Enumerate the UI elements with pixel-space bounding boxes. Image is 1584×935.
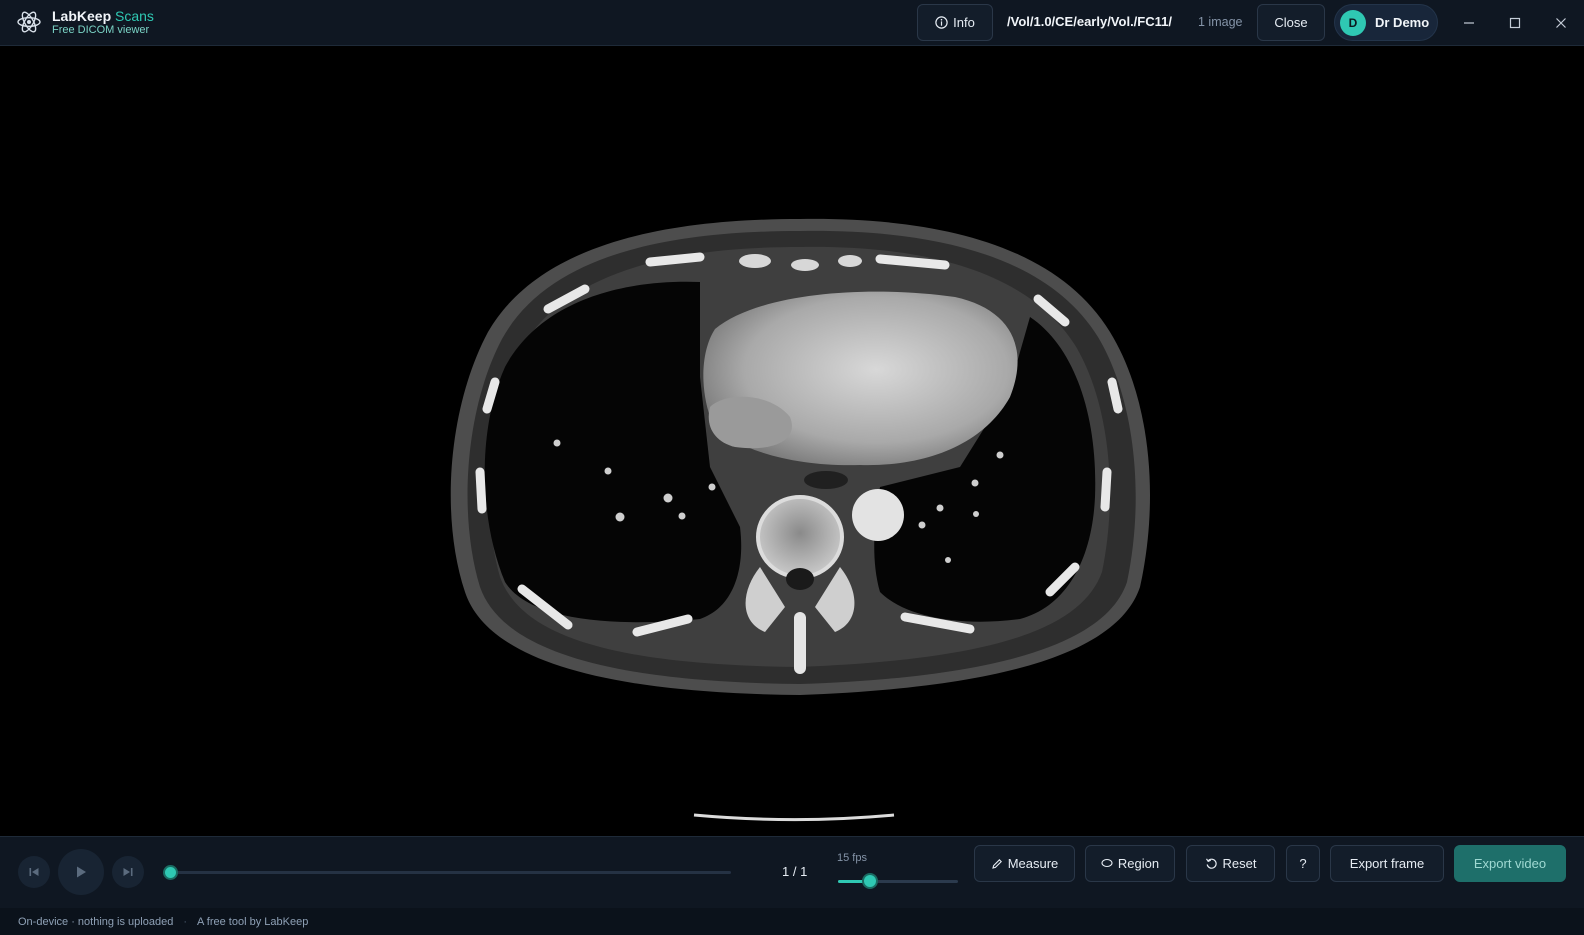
atom-logo-icon: [17, 11, 41, 33]
status-footer: On-device · nothing is uploaded · A free…: [0, 908, 1584, 935]
reset-icon: [1205, 858, 1217, 869]
skip-back-icon: [29, 868, 39, 876]
study-path: /Vol/1.0/CE/early/Vol./FC11/: [1007, 14, 1172, 29]
first-frame-button[interactable]: [18, 856, 50, 888]
dicom-viewport[interactable]: [0, 47, 1584, 836]
privacy-note: On-device · nothing is uploaded: [18, 915, 174, 928]
brand-name: LabKeep: [52, 8, 112, 24]
window-close-button[interactable]: [1549, 11, 1573, 35]
fps-label: 15 fps: [837, 852, 867, 864]
ct-scan-image[interactable]: [0, 47, 1584, 836]
credit-note: A free tool by LabKeep: [197, 915, 309, 928]
brand-accent: Scans: [115, 8, 154, 24]
app-header: LabKeep Scans Free DICOM viewer Info /Vo…: [0, 0, 1584, 46]
maximize-icon: [1509, 17, 1521, 29]
user-name: Dr Demo: [1375, 15, 1430, 30]
minimize-icon: [1464, 22, 1474, 24]
export-video-button[interactable]: Export video: [1454, 845, 1566, 882]
region-icon: [1101, 858, 1113, 867]
minimize-button[interactable]: [1457, 11, 1481, 35]
avatar: D: [1340, 9, 1366, 36]
playback-toolbar: 1 / 1 15 fps Measure Region Reset ? Expo…: [0, 836, 1584, 908]
close-icon: [1556, 18, 1566, 28]
measure-button[interactable]: Measure: [974, 845, 1075, 882]
info-label: Info: [953, 15, 975, 30]
region-button[interactable]: Region: [1085, 845, 1175, 882]
help-button[interactable]: ?: [1286, 845, 1320, 882]
fps-slider-track[interactable]: [838, 880, 958, 883]
measure-label: Measure: [1007, 856, 1059, 871]
image-count: 1 image: [1198, 15, 1243, 29]
frame-scrubber-handle[interactable]: [163, 865, 178, 880]
pencil-icon: [991, 858, 1002, 869]
close-study-button[interactable]: Close: [1257, 4, 1325, 41]
frame-counter: 1 / 1: [782, 864, 808, 879]
info-button[interactable]: Info: [917, 4, 993, 41]
play-button[interactable]: [58, 849, 104, 895]
reset-label: Reset: [1222, 856, 1257, 871]
user-menu[interactable]: D Dr Demo: [1334, 4, 1438, 41]
frame-scrubber-track[interactable]: [171, 871, 731, 874]
reset-button[interactable]: Reset: [1186, 845, 1275, 882]
export-frame-button[interactable]: Export frame: [1330, 845, 1444, 882]
fps-slider-handle[interactable]: [862, 873, 879, 889]
maximize-button[interactable]: [1503, 11, 1527, 35]
play-icon: [77, 866, 86, 878]
footer-separator: ·: [183, 915, 187, 928]
brand-subtitle: Free DICOM viewer: [52, 24, 150, 36]
brand-title: LabKeep Scans: [52, 8, 154, 24]
skip-forward-icon: [123, 868, 133, 876]
last-frame-button[interactable]: [112, 856, 144, 888]
brand: LabKeep Scans Free DICOM viewer: [52, 8, 154, 37]
info-icon: [935, 16, 948, 29]
region-label: Region: [1117, 856, 1160, 871]
